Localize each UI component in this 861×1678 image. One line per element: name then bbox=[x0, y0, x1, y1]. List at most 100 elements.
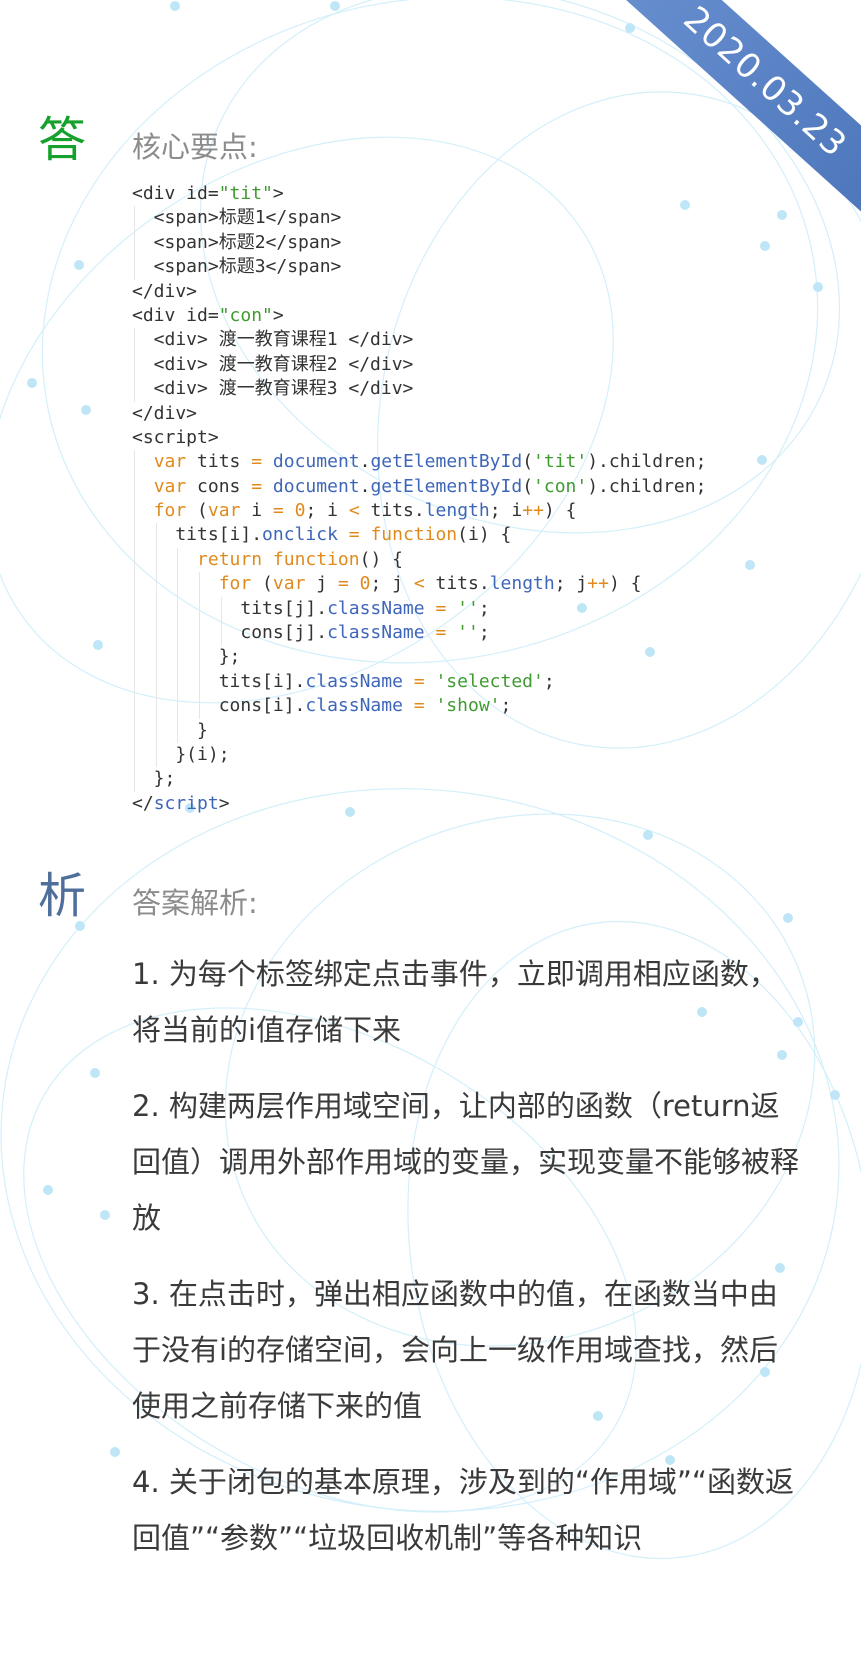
code-token: . bbox=[359, 475, 371, 497]
code-token: tits. bbox=[424, 573, 490, 595]
code-token: ; bbox=[543, 670, 555, 692]
indent-guide bbox=[220, 596, 222, 622]
code-line: }(i); bbox=[132, 742, 706, 768]
code-token: document bbox=[272, 451, 360, 473]
indent-guide bbox=[177, 572, 179, 597]
code-token: i bbox=[240, 500, 273, 522]
code-token: var bbox=[153, 451, 187, 473]
code-line: cons[j].className = ''; bbox=[132, 621, 706, 646]
code-line: cons[i].className = 'show'; bbox=[132, 694, 706, 719]
code-token: = bbox=[413, 670, 425, 692]
indent-guide bbox=[134, 572, 135, 597]
code-token: ; j bbox=[554, 573, 588, 595]
code-token: cons[j]. bbox=[132, 622, 328, 644]
indent-guide bbox=[134, 742, 135, 768]
indent-guide bbox=[199, 669, 201, 695]
code-token: (i) { bbox=[457, 524, 512, 546]
analysis-list: 1. 为每个标签绑定点击事件，立即调用相应函数，将当前的i值存储下来 2. 构建… bbox=[132, 946, 802, 1586]
code-token: cons[i]. bbox=[132, 695, 306, 717]
code-token: script bbox=[153, 792, 219, 814]
code-token: <div> 渡一教育课程2 </div> bbox=[132, 353, 414, 375]
code-token: '' bbox=[457, 597, 479, 619]
indent-guide bbox=[134, 547, 135, 573]
code-line: }; bbox=[132, 645, 706, 670]
code-token: . bbox=[359, 451, 371, 473]
indent-guide bbox=[134, 596, 135, 622]
indent-guide bbox=[220, 621, 222, 646]
code-token: ; j bbox=[370, 573, 414, 595]
code-line: <script> bbox=[132, 426, 706, 450]
code-token: <span>标题3</span> bbox=[132, 256, 342, 278]
code-token: ; bbox=[478, 597, 490, 619]
answer-section-title: 核心要点: bbox=[132, 130, 258, 164]
code-line: <div> 渡一教育课程1 </div> bbox=[132, 328, 706, 353]
code-token: tits[j]. bbox=[132, 597, 328, 619]
code-token: var bbox=[207, 500, 241, 522]
code-token: 'con' bbox=[533, 475, 588, 497]
code-token: length bbox=[489, 573, 555, 595]
indent-guide bbox=[155, 645, 157, 670]
code-token: tits. bbox=[359, 500, 425, 522]
code-token: } bbox=[132, 719, 208, 741]
analysis-section-title: 答案解析: bbox=[132, 886, 258, 920]
indent-guide bbox=[134, 328, 135, 353]
indent-guide bbox=[155, 718, 157, 743]
indent-guide bbox=[199, 694, 201, 719]
code-token: cons bbox=[186, 475, 252, 497]
code-block: <div id="tit"> <span>标题1</span> <span>标题… bbox=[132, 182, 706, 816]
indent-guide bbox=[155, 742, 157, 768]
indent-guide bbox=[134, 621, 135, 646]
indent-guide bbox=[134, 230, 135, 256]
code-token: 0 bbox=[359, 573, 371, 595]
code-token: ).children; bbox=[587, 475, 707, 497]
code-token: ) { bbox=[608, 573, 642, 595]
indent-guide bbox=[134, 718, 135, 743]
code-token: for bbox=[218, 573, 252, 595]
code-token: <div id= bbox=[132, 183, 219, 204]
indent-guide bbox=[134, 669, 135, 695]
code-token: 'selected' bbox=[435, 670, 544, 692]
code-token: = bbox=[435, 597, 447, 619]
code-token: > bbox=[272, 304, 284, 326]
code-token: function bbox=[272, 548, 360, 570]
indent-guide bbox=[134, 645, 135, 670]
indent-guide bbox=[134, 255, 135, 280]
code-token: ) { bbox=[543, 500, 577, 522]
indent-guide bbox=[134, 499, 135, 524]
code-token: }(i); bbox=[132, 743, 230, 765]
code-token: 'show' bbox=[435, 695, 501, 717]
code-token: > bbox=[272, 183, 284, 204]
indent-guide bbox=[134, 694, 135, 719]
code-token: </div> bbox=[132, 402, 198, 424]
code-line: tits[i].onclick = function(i) { bbox=[132, 523, 706, 548]
code-token: <div> 渡一教育课程3 </div> bbox=[132, 378, 414, 400]
code-token: <div id= bbox=[132, 304, 219, 326]
indent-guide bbox=[134, 450, 135, 475]
indent-guide bbox=[177, 669, 179, 695]
code-token: ++ bbox=[522, 500, 544, 522]
code-token: < bbox=[348, 500, 360, 522]
code-token: ; bbox=[500, 695, 512, 717]
code-token: = bbox=[348, 524, 360, 546]
indent-guide bbox=[199, 621, 201, 646]
indent-guide bbox=[199, 572, 201, 597]
indent-guide bbox=[177, 596, 179, 622]
indent-guide bbox=[134, 474, 135, 500]
indent-guide bbox=[134, 523, 135, 548]
code-token: for bbox=[153, 500, 187, 522]
analysis-point: 3. 在点击时，弹出相应函数中的值，在函数当中由于没有i的存储空间，会向上一级作… bbox=[132, 1277, 779, 1423]
code-token: ( bbox=[186, 500, 208, 522]
indent-guide bbox=[134, 767, 135, 792]
code-token: = bbox=[435, 622, 447, 644]
